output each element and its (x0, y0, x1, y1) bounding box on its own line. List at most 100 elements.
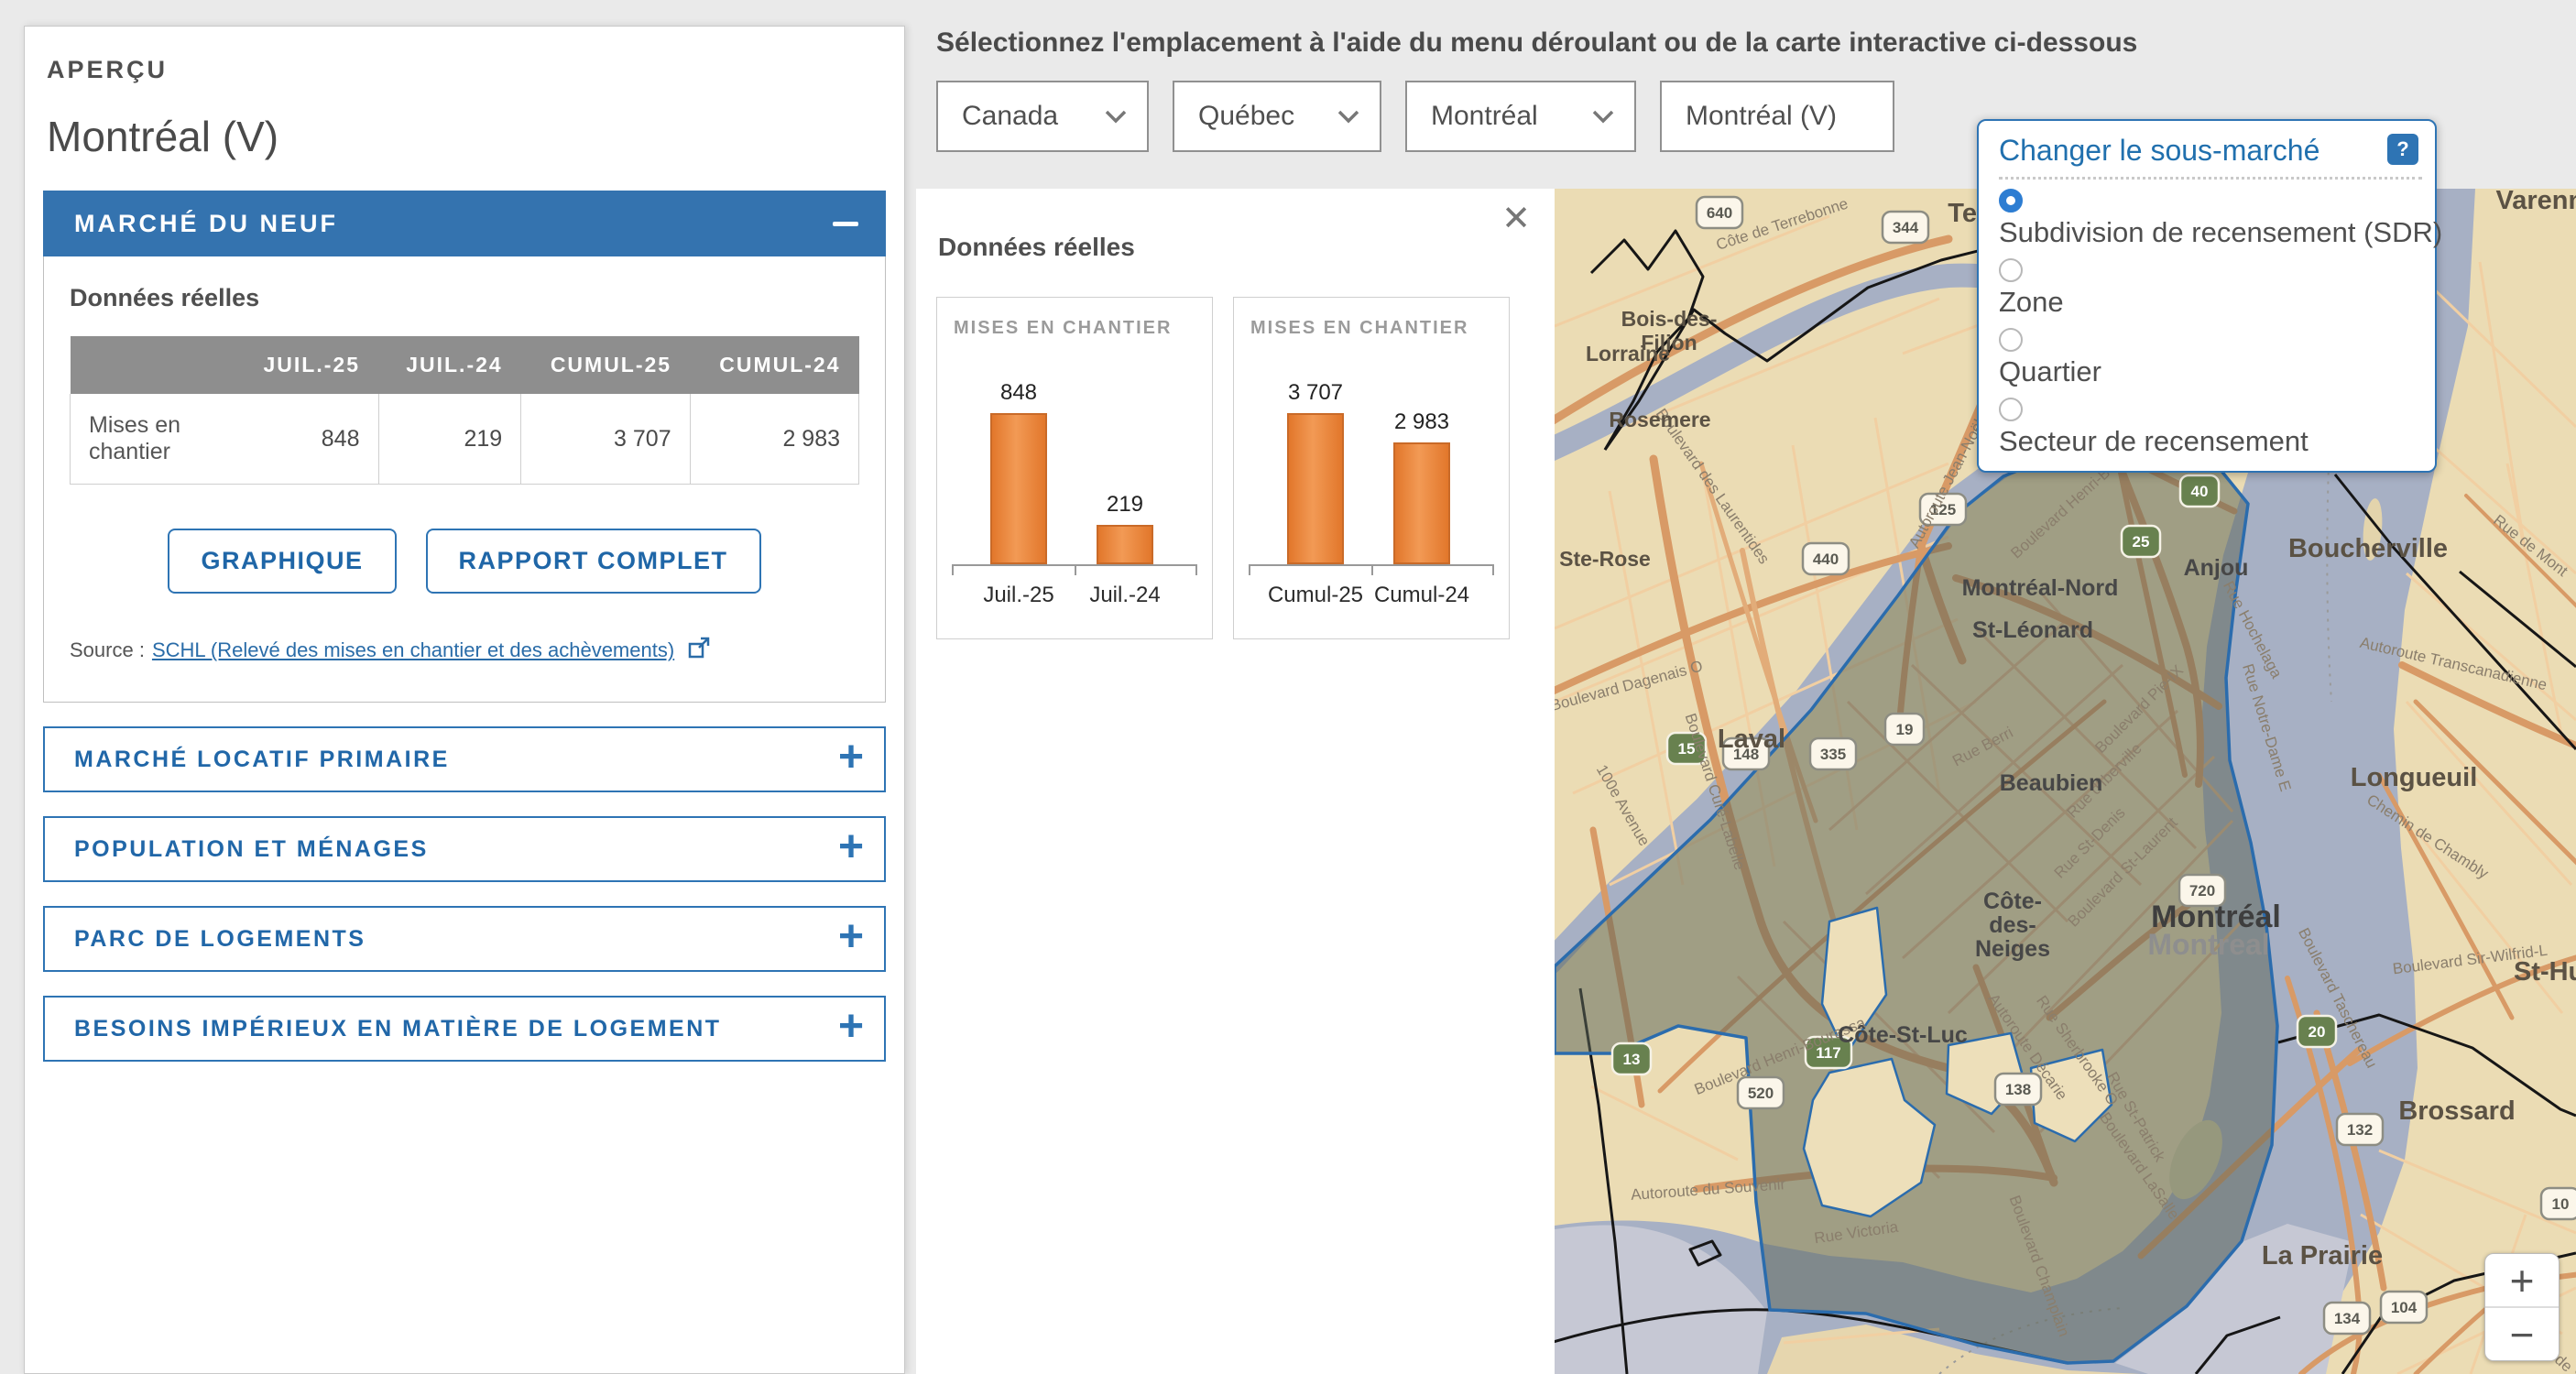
table-col-header: CUMUL-24 (690, 336, 858, 394)
location-title: Montréal (V) (47, 112, 886, 161)
road-shield-icon: 10 (2541, 1188, 2576, 1219)
source-line: Source : SCHL (Relevé des mises en chant… (70, 636, 859, 665)
road-shield-icon: 640 (1697, 197, 1742, 228)
expand-icon[interactable]: + (838, 919, 864, 955)
submarket-option-quartier[interactable]: Quartier (1999, 328, 2418, 388)
collapse-icon[interactable] (833, 222, 858, 226)
source-link[interactable]: SCHL (Relevé des mises en chantier et de… (152, 638, 674, 662)
location-dropdown-canada[interactable]: Canada (936, 81, 1149, 152)
expand-icon[interactable]: + (838, 1009, 864, 1045)
table-cell: 848 (235, 394, 378, 485)
full-report-button[interactable]: RAPPORT COMPLET (426, 529, 761, 594)
new-market-card: MARCHÉ DU NEUF Données réelles JUIL.-25 … (43, 191, 886, 703)
table-col-header: CUMUL-25 (521, 336, 690, 394)
location-dropdown-montr-al[interactable]: Montréal (1405, 81, 1636, 152)
svg-text:10: 10 (2552, 1195, 2570, 1213)
road-shield-icon: 520 (1738, 1077, 1784, 1108)
chevron-down-icon (1105, 110, 1127, 124)
radio-unselected[interactable] (1999, 258, 2023, 282)
overview-eyebrow: APERÇU (47, 56, 886, 84)
accordion-label: MARCHÉ LOCATIF PRIMAIRE (74, 747, 450, 773)
bar-value: 219 (1107, 492, 1143, 518)
map-place-label: Beaubien (2000, 770, 2103, 796)
svg-text:104: 104 (2391, 1299, 2418, 1316)
bar-cumul-25: 3 707 (1287, 413, 1344, 564)
accordion-population-et-ménages[interactable]: POPULATION ET MÉNAGES + (43, 816, 886, 882)
road-shield-icon: 134 (2324, 1303, 2370, 1334)
chevron-down-icon (1337, 110, 1359, 124)
map-place-label: St-Léonard (1972, 617, 2093, 643)
location-dropdown-montr-al-v-[interactable]: Montréal (V) (1660, 81, 1894, 152)
dropdown-value: Canada (962, 101, 1058, 132)
svg-text:335: 335 (1820, 746, 1846, 763)
table-col-header: JUIL.-24 (378, 336, 521, 394)
bar-value: 3 707 (1288, 380, 1343, 406)
road-shield-icon: 344 (1883, 212, 1928, 243)
road-shield-icon: 40 (2180, 475, 2219, 507)
svg-text:720: 720 (2189, 882, 2215, 900)
expand-icon[interactable]: + (838, 829, 864, 866)
submarket-option-zone[interactable]: Zone (1999, 258, 2418, 319)
road-shield-icon: 440 (1803, 543, 1849, 574)
actual-data-heading: Données réelles (70, 284, 859, 312)
table-cell: 2 983 (690, 394, 858, 485)
external-link-icon (687, 636, 711, 665)
axis-tick (1249, 566, 1250, 575)
map-place-label: St-Hubert (2514, 957, 2576, 987)
accordion-marche-du-neuf[interactable]: MARCHÉ DU NEUF (43, 191, 886, 256)
map-place-label: Montréal-Nord (1962, 575, 2119, 601)
map-place-label: Brossard (2398, 1096, 2515, 1126)
table-row: Mises en chantier 848 219 3 707 2 983 (71, 394, 859, 485)
road-shield-icon: 138 (1995, 1074, 2041, 1105)
chart-title: MISES EN CHANTIER (1250, 318, 1509, 339)
accordion-besoins-impérieux-en-matière-de-logement[interactable]: BESOINS IMPÉRIEUX EN MATIÈRE DE LOGEMENT… (43, 996, 886, 1062)
map-place-label: Laval (1718, 725, 1785, 754)
help-icon[interactable]: ? (2387, 134, 2418, 165)
map-place-label: Anjou (2184, 555, 2249, 581)
bar-cumul-24: 2 983 (1393, 442, 1450, 564)
chevron-down-icon (1592, 110, 1614, 124)
road-shield-icon: 13 (1612, 1043, 1651, 1074)
dropdown-value: Québec (1198, 101, 1294, 132)
svg-text:138: 138 (2005, 1081, 2031, 1098)
axis-tick (1195, 566, 1197, 575)
svg-text:520: 520 (1748, 1085, 1774, 1102)
axis-tick (1075, 566, 1076, 575)
svg-text:40: 40 (2191, 483, 2209, 500)
road-shield-icon: 132 (2337, 1114, 2383, 1145)
table-cell: 219 (378, 394, 521, 485)
graph-button[interactable]: GRAPHIQUE (168, 529, 396, 594)
svg-text:25: 25 (2133, 533, 2150, 551)
map-place-label: Ste-Rose (1559, 547, 1651, 571)
zoom-in-button[interactable]: + (2485, 1254, 2559, 1308)
x-axis-label: Juil.-24 (1061, 583, 1189, 608)
submarket-option-secteur-de-recensement[interactable]: Secteur de recensement (1999, 398, 2418, 458)
road-shield-icon: 19 (1885, 714, 1924, 745)
accordion-parc-de-logements[interactable]: PARC DE LOGEMENTS+ (43, 906, 886, 972)
radio-unselected[interactable] (1999, 328, 2023, 352)
expand-icon[interactable]: + (838, 739, 864, 776)
bar-value: 2 983 (1394, 409, 1449, 435)
zoom-out-button[interactable]: − (2485, 1308, 2559, 1360)
map-place-label: Côte-St-Luc (1838, 1022, 1968, 1048)
submarket-option-subdivision-de-recensement-sdr-[interactable]: Subdivision de recensement (SDR) (1999, 189, 2418, 249)
map-place-label: Rosemere (1609, 408, 1710, 431)
accordion-marché-locatif-primaire[interactable]: MARCHÉ LOCATIF PRIMAIRE + (43, 726, 886, 792)
accordion-list: MARCHÉ LOCATIF PRIMAIRE+POPULATION ET MÉ… (43, 726, 886, 1062)
radio-unselected[interactable] (1999, 398, 2023, 421)
location-dropdowns: Canada Québec Montréal Montréal (V) (936, 81, 1894, 152)
axis-tick (952, 566, 954, 575)
accordion-label: BESOINS IMPÉRIEUX EN MATIÈRE DE LOGEMENT (74, 1016, 722, 1042)
close-icon[interactable]: ✕ (1501, 202, 1531, 236)
chart-plot: 848 219 (952, 370, 1197, 566)
accordion-label: POPULATION ET MÉNAGES (74, 836, 429, 863)
divider (1999, 177, 2422, 180)
map-place-label: Montreal (2147, 928, 2269, 961)
x-axis-label: Cumul-24 (1358, 583, 1486, 608)
table-cell: 3 707 (521, 394, 690, 485)
location-dropdown-qu-bec[interactable]: Québec (1173, 81, 1381, 152)
starts-table: JUIL.-25 JUIL.-24 CUMUL-25 CUMUL-24 Mise… (70, 336, 859, 485)
source-prefix: Source : (70, 638, 145, 662)
submarket-option-label: Secteur de recensement (1999, 425, 2418, 458)
radio-selected[interactable] (1999, 189, 2023, 213)
